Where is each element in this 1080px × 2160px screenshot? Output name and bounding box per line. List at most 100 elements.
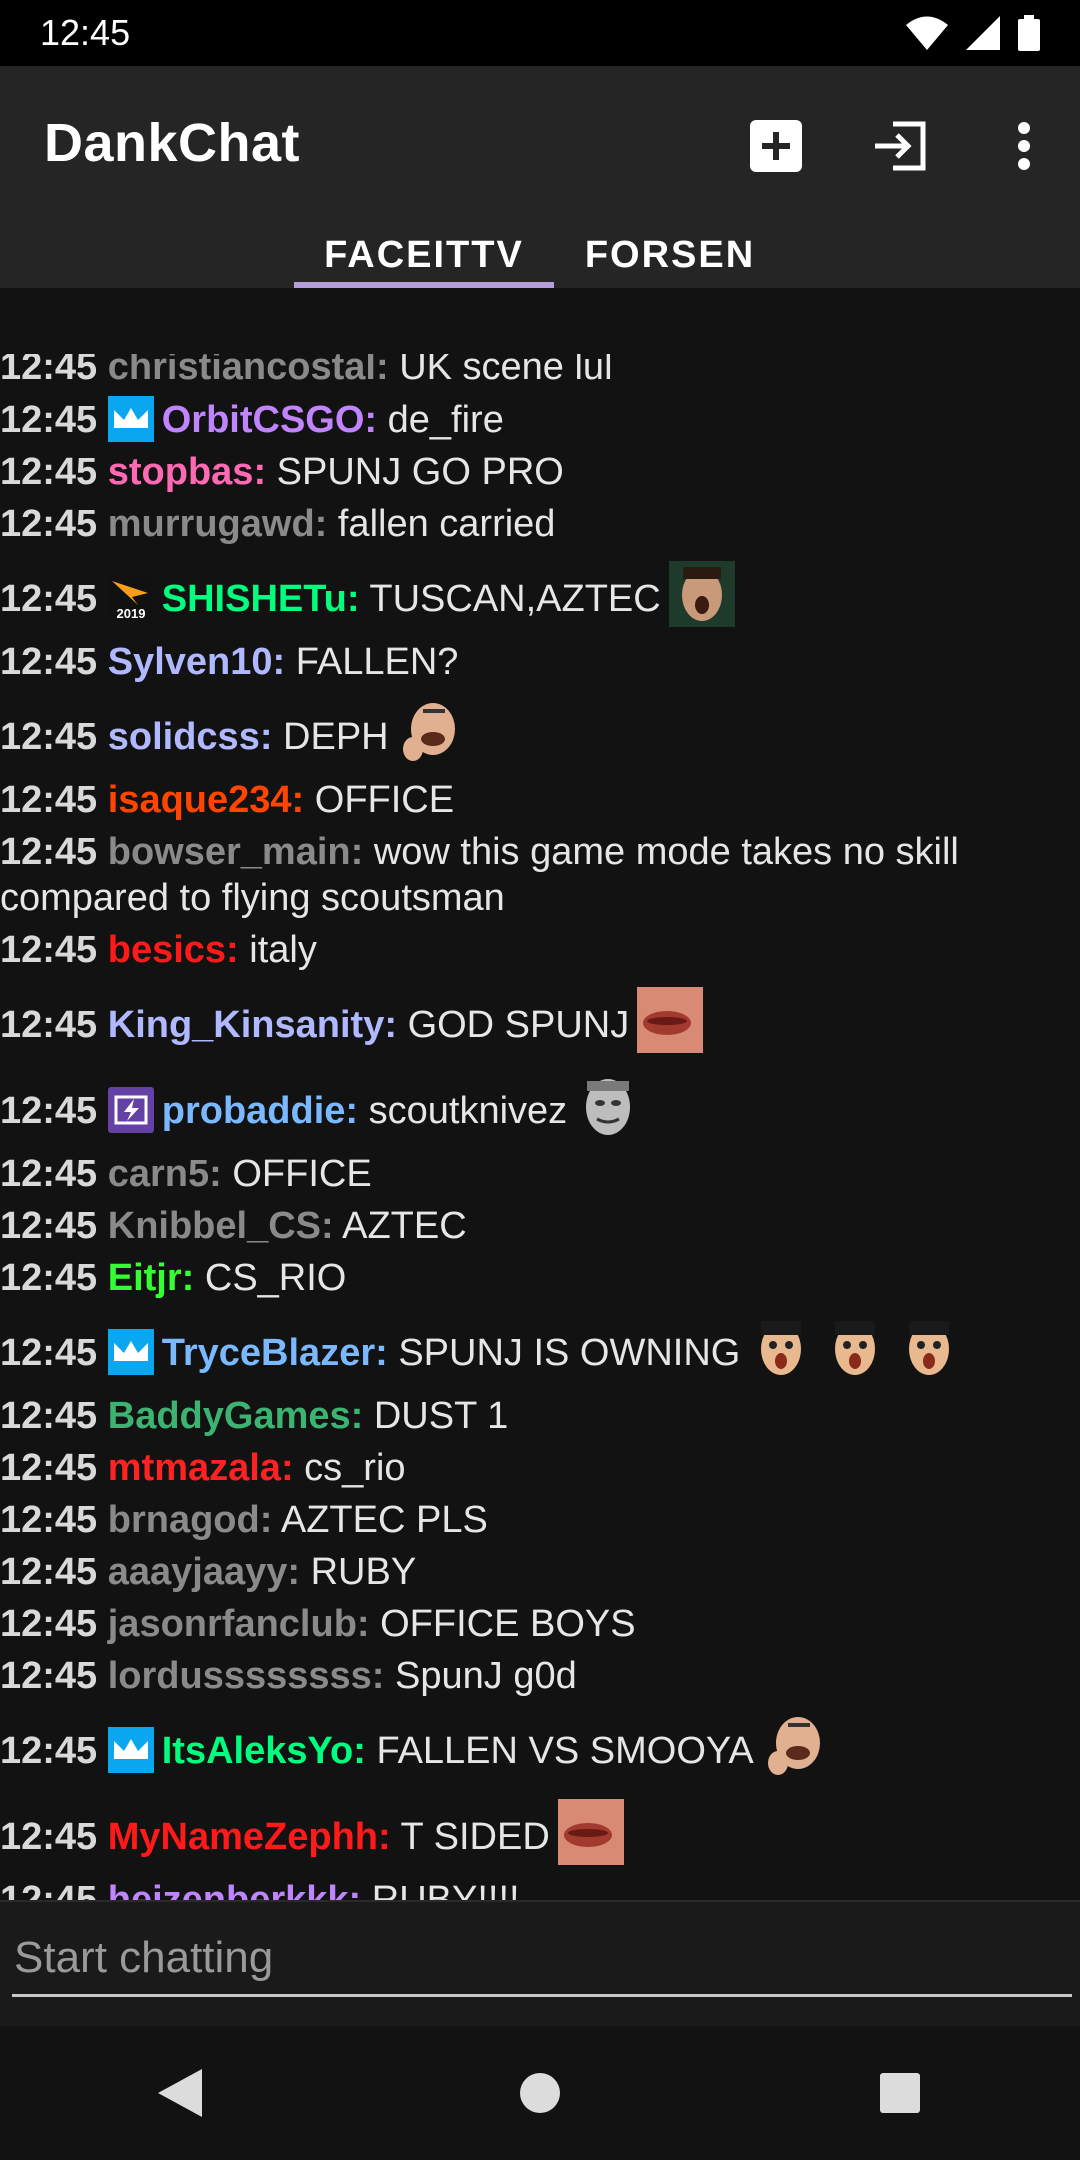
chat-message[interactable]: 12:45 christiancostal: UK scene lul [0,354,1080,392]
chat-message[interactable]: 12:45 BaddyGames: DUST 1 [0,1389,1080,1441]
chat-message[interactable]: 12:45 jasonrfanclub: OFFICE BOYS [0,1597,1080,1649]
prime-crown-icon [107,396,154,442]
message-username[interactable]: brnagod: [108,1499,273,1541]
chat-message[interactable]: 12:45 solidcss: DEPH [0,687,1080,773]
chat-message[interactable]: 12:45 murrugawd: fallen carried [0,497,1080,549]
chat-message[interactable]: 12:45 Sylven10: FALLEN? [0,635,1080,687]
add-channel-button[interactable] [744,114,808,178]
chat-message[interactable]: 12:45 Knibbel_CS: AZTEC [0,1199,1080,1251]
chat-message[interactable]: 12:45 carn5: OFFICE [0,1147,1080,1199]
lips-emote-icon [557,1799,624,1865]
message-text: T SIDED [400,1816,550,1858]
chat-message[interactable]: 12:45 heizenberkkk: RUBY!!!! [0,1873,1080,1900]
signal-icon [966,16,1000,50]
message-timestamp: 12:45 [0,1205,108,1247]
message-username[interactable]: mtmazala: [108,1447,294,1489]
chat-message[interactable]: 12:45 TryceBlazer: SPUNJ IS OWNING [0,1303,1080,1389]
message-username[interactable]: probaddie: [162,1090,358,1132]
chat-message[interactable]: 12:45 Eitjr: CS_RIO [0,1251,1080,1303]
message-text: FALLEN VS SMOOYA [376,1730,754,1772]
chat-message[interactable]: 12:45 brnagod: AZTEC PLS [0,1493,1080,1545]
message-text: italy [249,929,317,971]
message-username[interactable]: Sylven10: [108,641,285,683]
back-triangle-icon [158,2069,202,2117]
message-timestamp: 12:45 [0,1730,108,1772]
laughing-face-emote-icon [767,1717,820,1775]
message-text: AZTEC PLS [280,1499,488,1541]
message-text: SpunJ g0d [395,1655,577,1697]
face-emote-icon [668,561,735,627]
message-username[interactable]: OrbitCSGO: [162,399,377,441]
login-button[interactable] [868,114,932,178]
message-username[interactable]: besics: [108,929,239,971]
message-username[interactable]: SHISHETu: [162,578,360,620]
laughing-face-emote-icon [402,703,455,761]
message-timestamp: 12:45 [0,779,108,821]
chat-message[interactable]: 12:45 stopbas: SPUNJ GO PRO [0,445,1080,497]
tab-faceittv[interactable]: FACEITTV [294,222,554,288]
message-timestamp: 12:45 [0,929,108,971]
message-timestamp: 12:45 [0,1499,108,1541]
message-username[interactable]: Eitjr: [108,1257,195,1299]
pog-face-emote-icon [761,1321,802,1375]
message-timestamp: 12:45 [0,1447,108,1489]
home-circle-icon [520,2073,560,2113]
message-timestamp: 12:45 [0,716,108,758]
message-text: cs_rio [304,1447,406,1489]
chat-message[interactable]: 12:45 lordussssssss: SpunJ g0d [0,1649,1080,1701]
chat-message[interactable]: 12:45 MyNameZephh: T SIDED [0,1787,1080,1873]
chat-message[interactable]: 12:45 besics: italy [0,923,1080,975]
message-username[interactable]: jasonrfanclub: [108,1603,370,1645]
chat-message[interactable]: 12:45 OrbitCSGO: de_fire [0,392,1080,445]
chat-message[interactable]: 12:45 King_Kinsanity: GOD SPUNJ [0,975,1080,1061]
message-username[interactable]: solidcss: [108,716,273,758]
message-timestamp: 12:45 [0,1603,108,1645]
tab-forsen[interactable]: FORSEN [560,222,780,288]
message-username[interactable]: MyNameZephh: [108,1816,391,1858]
message-username[interactable]: christiancostal: [108,354,389,388]
message-username[interactable]: King_Kinsanity: [108,1004,397,1046]
message-username[interactable]: isaque234: [108,779,304,821]
message-timestamp: 12:45 [0,399,108,441]
turbo-badge-icon [107,1087,154,1133]
message-timestamp: 12:45 [0,831,108,873]
chat-messages: 12:45 christiancostal: UK scene lul 12:45… [0,354,1080,1900]
message-username[interactable]: stopbas: [108,451,266,493]
chat-message[interactable]: 12:45 2019 SHISHETu: TUSCAN,AZTEC [0,549,1080,635]
message-text: SPUNJ IS OWNING [398,1332,741,1374]
message-username[interactable]: lordussssssss: [108,1655,385,1697]
message-timestamp: 12:45 [0,451,108,493]
svg-text:2019: 2019 [116,606,145,621]
chat-message[interactable]: 12:45 mtmazala: cs_rio [0,1441,1080,1493]
message-username[interactable]: aaayjaayy: [108,1551,300,1593]
status-time: 12:45 [40,12,131,53]
chat-message[interactable]: 12:45 bowser_main: wow this game mode ta… [0,825,1080,923]
pog-face-emote-icon [835,1321,876,1375]
message-username[interactable]: ItsAleksYo: [162,1730,366,1772]
message-username[interactable]: Knibbel_CS: [108,1205,334,1247]
chat-message[interactable]: 12:45 probaddie: scoutknivez [0,1061,1080,1147]
message-username[interactable]: BaddyGames: [108,1395,364,1437]
wifi-icon [906,16,948,50]
nav-back-button[interactable] [130,2043,230,2143]
add-channel-icon [750,120,802,172]
chat-message[interactable]: 12:45 isaque234: OFFICE [0,773,1080,825]
chat-list[interactable]: 12:45 christiancostal: UK scene lul 12:45… [0,354,1080,1900]
nav-home-button[interactable] [490,2043,590,2143]
chat-input[interactable] [12,1922,1072,1997]
message-timestamp: 12:45 [0,503,108,545]
message-text: OFFICE BOYS [380,1603,636,1645]
message-username[interactable]: heizenberkkk: [108,1879,361,1900]
nav-recents-button[interactable] [850,2043,950,2143]
overwatch-league-2019-badge-icon: 2019 [107,575,154,621]
kappa-face-emote-icon [586,1079,631,1135]
message-timestamp: 12:45 [0,1004,108,1046]
message-username[interactable]: TryceBlazer: [162,1332,388,1374]
message-username[interactable]: murrugawd: [108,503,328,545]
chat-message[interactable]: 12:45 aaayjaayy: RUBY [0,1545,1080,1597]
message-username[interactable]: bowser_main: [108,831,364,873]
message-username[interactable]: carn5: [108,1153,222,1195]
chat-message[interactable]: 12:45 ItsAleksYo: FALLEN VS SMOOYA [0,1701,1080,1787]
pog-face-emote-icon [909,1321,950,1375]
overflow-menu-button[interactable] [992,114,1056,178]
